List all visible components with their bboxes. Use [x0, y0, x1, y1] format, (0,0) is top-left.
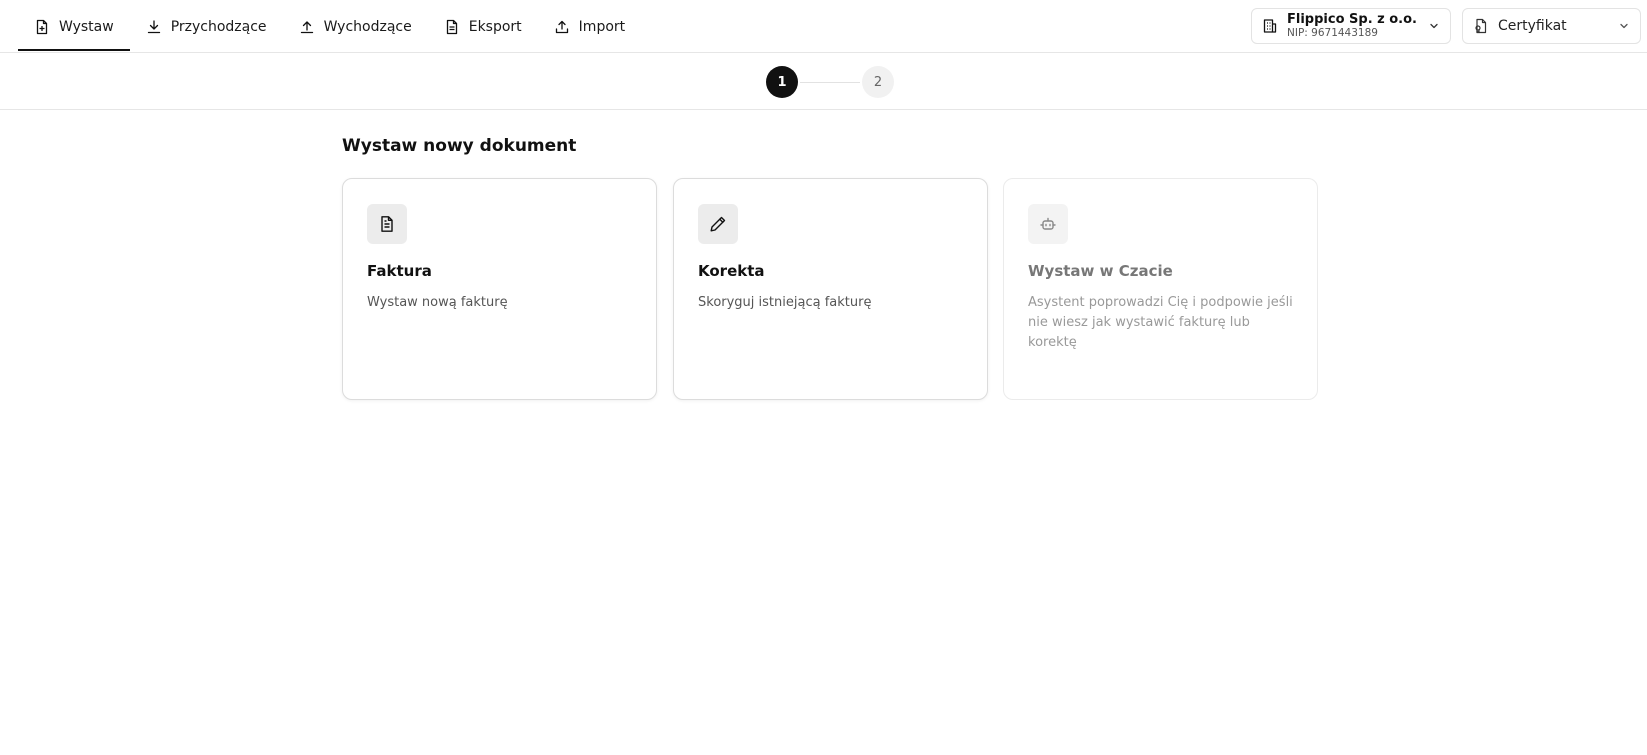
tab-wystaw[interactable]: Wystaw: [18, 0, 130, 53]
stepper: 1 2: [0, 53, 1647, 110]
tab-wychodzace[interactable]: Wychodzące: [283, 0, 428, 53]
card-description: Asystent poprowadzi Cię i podpowie jeśli…: [1028, 295, 1293, 350]
file-plus-icon: [34, 19, 50, 35]
document-icon: [378, 215, 396, 233]
chevron-down-icon: [1428, 20, 1440, 32]
top-navigation-bar: Wystaw Przychodzące Wychodzące Eksport I…: [0, 0, 1647, 53]
tab-label: Eksport: [468, 18, 522, 35]
tab-label: Wychodzące: [323, 18, 412, 35]
tab-label: Import: [578, 18, 626, 35]
step-2[interactable]: 2: [862, 66, 894, 98]
card-description: Skoryguj istniejącą fakturę: [698, 295, 872, 310]
tab-label: Wystaw: [59, 18, 114, 35]
certificate-selector[interactable]: Certyfikat: [1462, 8, 1641, 44]
step-connector: [800, 81, 860, 83]
company-info: Flippico Sp. z o.o. NIP: 9671443189: [1287, 13, 1428, 40]
card-icon-box: [1028, 204, 1068, 244]
tab-przychodzace[interactable]: Przychodzące: [130, 0, 283, 53]
step-1[interactable]: 1: [766, 66, 798, 98]
tab-label: Przychodzące: [170, 18, 267, 35]
certificate-icon: [1473, 18, 1489, 34]
card-title: Wystaw w Czacie: [1028, 262, 1173, 280]
bot-icon: [1039, 215, 1057, 233]
page-title: Wystaw nowy dokument: [342, 136, 577, 156]
chevron-down-icon: [1618, 20, 1630, 32]
upload-icon: [299, 19, 315, 35]
tab-eksport[interactable]: Eksport: [428, 0, 538, 53]
pencil-icon: [709, 215, 727, 233]
card-icon-box: [367, 204, 407, 244]
download-icon: [146, 19, 162, 35]
certificate-label: Certyfikat: [1498, 18, 1567, 34]
import-icon: [554, 19, 570, 35]
card-korekta[interactable]: Korekta Skoryguj istniejącą fakturę: [673, 178, 988, 400]
main-tabs: Wystaw Przychodzące Wychodzące Eksport I…: [18, 0, 641, 53]
card-faktura[interactable]: Faktura Wystaw nową fakturę: [342, 178, 657, 400]
company-name: Flippico Sp. z o.o.: [1287, 12, 1417, 27]
building-icon: [1262, 18, 1278, 34]
tab-import[interactable]: Import: [538, 0, 641, 53]
card-title: Korekta: [698, 262, 765, 280]
company-nip: NIP: 9671443189: [1287, 27, 1378, 40]
card-icon-box: [698, 204, 738, 244]
card-title: Faktura: [367, 262, 432, 280]
company-selector[interactable]: Flippico Sp. z o.o. NIP: 9671443189: [1251, 8, 1451, 44]
file-text-icon: [444, 19, 460, 35]
card-description: Wystaw nową fakturę: [367, 295, 508, 310]
card-wystaw-w-czacie[interactable]: Wystaw w Czacie Asystent poprowadzi Cię …: [1003, 178, 1318, 400]
